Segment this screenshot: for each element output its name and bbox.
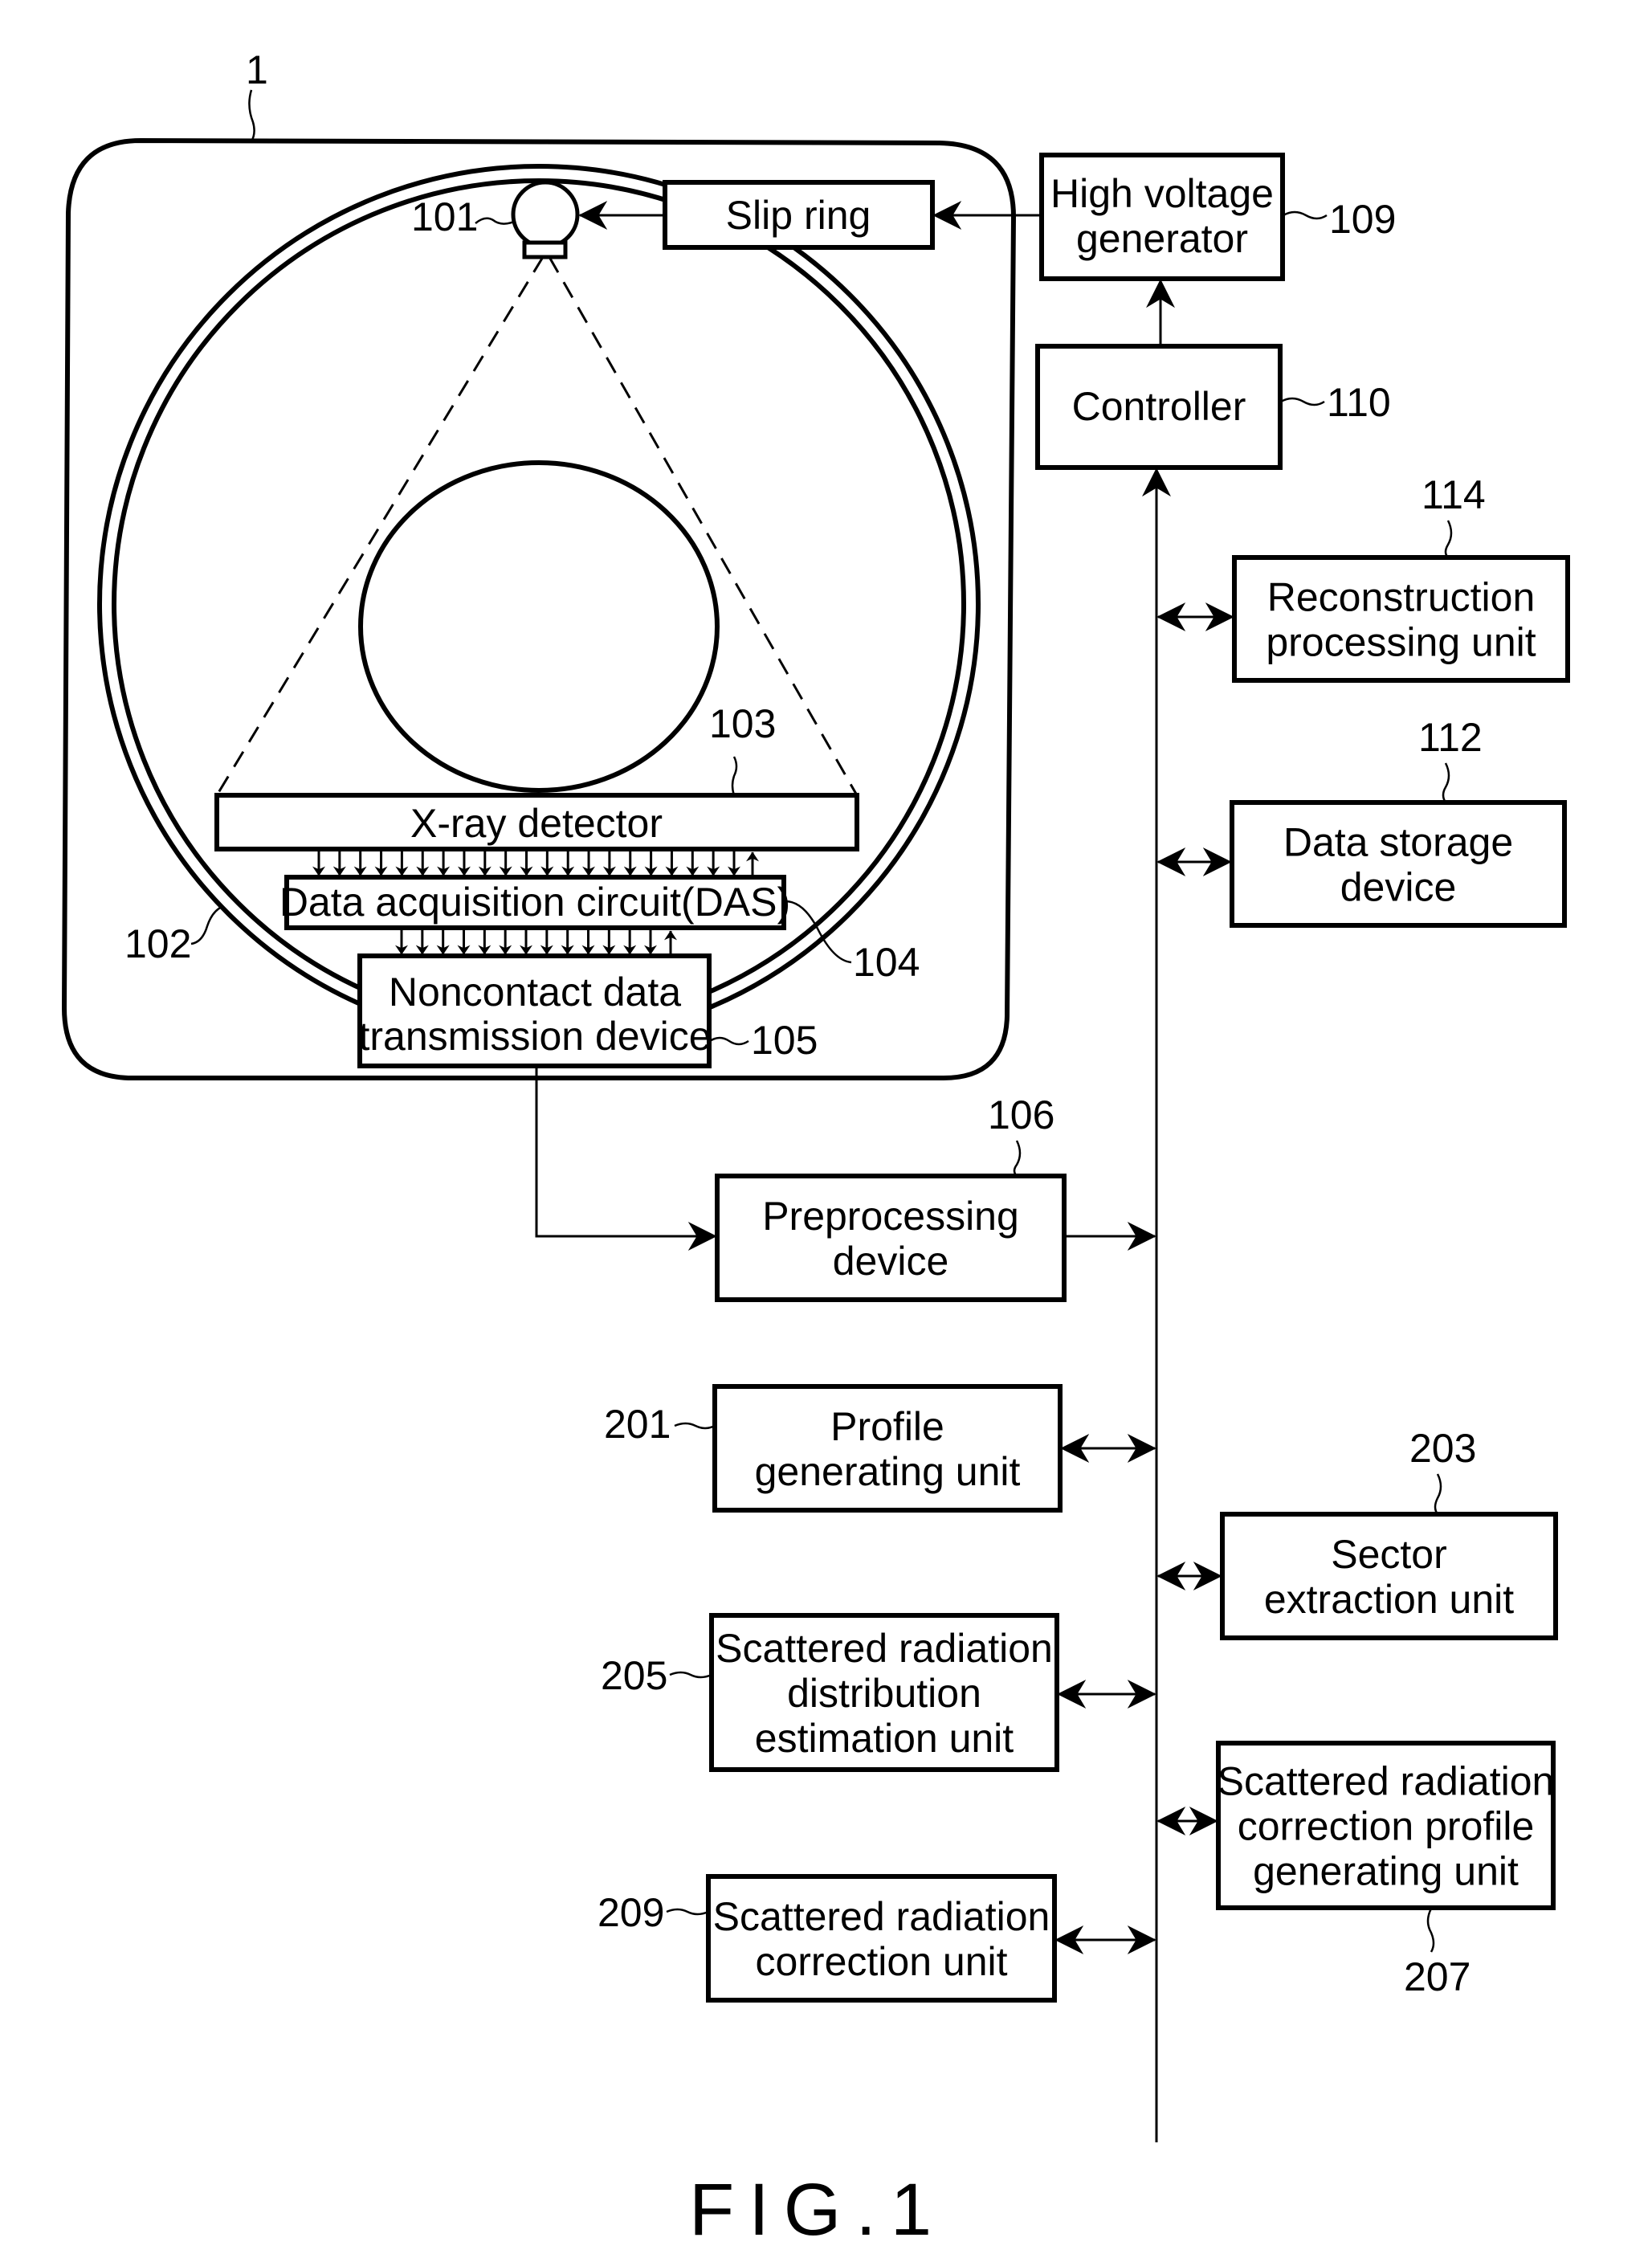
data-storage-ref-leader	[1442, 762, 1450, 803]
noncontact-leader	[709, 1036, 749, 1046]
high-voltage-generator-line-2: generator	[1076, 216, 1248, 261]
figure-caption: FIG.1	[689, 2169, 946, 2251]
gantry: 1 102 101 Slip ring X-ray detector 103 D…	[61, 47, 1017, 1080]
xray-tube-icon	[511, 180, 580, 249]
slip-ring-label: Slip ring	[726, 193, 871, 238]
patient-opening	[358, 460, 720, 793]
reconstruction-ref-leader	[1444, 520, 1453, 558]
preprocessing-ref: 106	[988, 1092, 1054, 1137]
noncontact-label-line-2: transmission device	[358, 1014, 711, 1059]
scatter-correction-profile-label-line-2: correction profile	[1238, 1804, 1535, 1849]
sector-extraction-label-line-1: Sector	[1331, 1532, 1447, 1577]
gantry-ref-leader	[248, 89, 255, 142]
scatter-distribution: Scattered radiationdistributionestimatio…	[601, 1613, 1156, 1772]
scatter-correction-profile-ref-leader	[1426, 1908, 1435, 1953]
rotating-frame-ref: 102	[124, 921, 191, 966]
controller-leader	[1280, 397, 1325, 406]
preprocessing: Preprocessingdevice 106	[715, 1092, 1067, 1302]
rotating-frame-leader	[190, 905, 222, 945]
profile-generating-ref: 201	[604, 1402, 671, 1447]
scatter-correction: Scattered radiationcorrection unit 209	[598, 1874, 1156, 2003]
das-ref: 104	[853, 940, 920, 985]
detector-to-das-arrows	[312, 851, 759, 877]
scatter-distribution-ref-leader	[669, 1671, 712, 1679]
scatter-correction-profile-label-line-3: generating unit	[1253, 1849, 1519, 1894]
high-voltage-generator-leader	[1283, 210, 1328, 220]
xray-detector-ref: 103	[709, 701, 776, 746]
reconstruction: Reconstructionprocessing unit 114	[1156, 472, 1570, 683]
data-storage: Data storagedevice 112	[1156, 715, 1567, 928]
data-storage-ref: 112	[1418, 715, 1483, 760]
preprocessing-ref-leader	[1013, 1140, 1022, 1177]
controller: Controller 110	[1035, 344, 1391, 470]
preprocessing-label-line-2: device	[833, 1239, 949, 1284]
xray-detector-leader	[731, 756, 738, 796]
sector-extraction-ref: 203	[1409, 1426, 1476, 1471]
das-to-noncontact-arrows	[395, 929, 677, 956]
arrow-noncontact-to-preprocessing	[535, 1066, 717, 1251]
sector-extraction: Sectorextraction unit 203	[1156, 1426, 1558, 1640]
fan-beam-right	[548, 256, 859, 796]
controller-label: Controller	[1072, 384, 1246, 429]
scatter-distribution-label-line-1: Scattered radiation	[716, 1626, 1053, 1671]
profile-generating-label-line-2: generating unit	[755, 1449, 1021, 1494]
scatter-correction-label-line-1: Scattered radiation	[713, 1894, 1050, 1939]
block-diagram: 1 102 101 Slip ring X-ray detector 103 D…	[61, 47, 1570, 2251]
high-voltage-generator-line-1: High voltage	[1050, 171, 1274, 216]
reconstruction-ref: 114	[1422, 472, 1486, 517]
scatter-correction-ref-leader	[666, 1908, 709, 1916]
sector-extraction-ref-leader	[1434, 1473, 1442, 1515]
scatter-correction-ref: 209	[598, 1890, 664, 1935]
noncontact-ref: 105	[751, 1018, 818, 1063]
sector-extraction-label-line-2: extraction unit	[1264, 1577, 1514, 1622]
scatter-correction-profile: Scattered radiationcorrection profilegen…	[1156, 1741, 1556, 1999]
profile-generating-ref-leader	[674, 1422, 716, 1430]
high-voltage-generator: High voltage generator 109	[1039, 153, 1396, 281]
scatter-distribution-ref: 205	[601, 1653, 667, 1698]
scatter-distribution-label-line-2: distribution	[787, 1671, 981, 1716]
das-label: Data acquisition circuit(DAS)	[279, 880, 790, 925]
xray-detector-label: X-ray detector	[410, 801, 663, 846]
reconstruction-label-line-2: processing unit	[1266, 620, 1536, 665]
das-leader	[785, 900, 852, 964]
noncontact-label-line-1: Noncontact data	[389, 970, 681, 1015]
preprocessing-label-line-1: Preprocessing	[762, 1194, 1019, 1239]
data-storage-label-line-1: Data storage	[1283, 820, 1513, 865]
gantry-ref: 1	[246, 47, 268, 92]
xray-tube-ref: 101	[411, 194, 478, 239]
scatter-correction-profile-ref: 207	[1404, 1954, 1470, 1999]
gantry-housing	[61, 137, 1017, 1080]
profile-generating-label-line-1: Profile	[830, 1404, 944, 1449]
collimator-icon	[522, 240, 568, 259]
fan-beam-left	[215, 256, 545, 796]
scatter-correction-label-line-2: correction unit	[755, 1939, 1007, 1984]
data-storage-label-line-2: device	[1340, 865, 1457, 910]
scatter-correction-profile-label-line-1: Scattered radiation	[1218, 1759, 1555, 1804]
reconstruction-label-line-1: Reconstruction	[1267, 575, 1536, 620]
xray-tube-leader	[475, 217, 515, 225]
controller-ref: 110	[1327, 380, 1391, 425]
high-voltage-generator-ref: 109	[1329, 197, 1396, 242]
profile-generating: Profilegenerating unit 201	[604, 1384, 1156, 1513]
scatter-distribution-label-line-3: estimation unit	[755, 1716, 1014, 1761]
